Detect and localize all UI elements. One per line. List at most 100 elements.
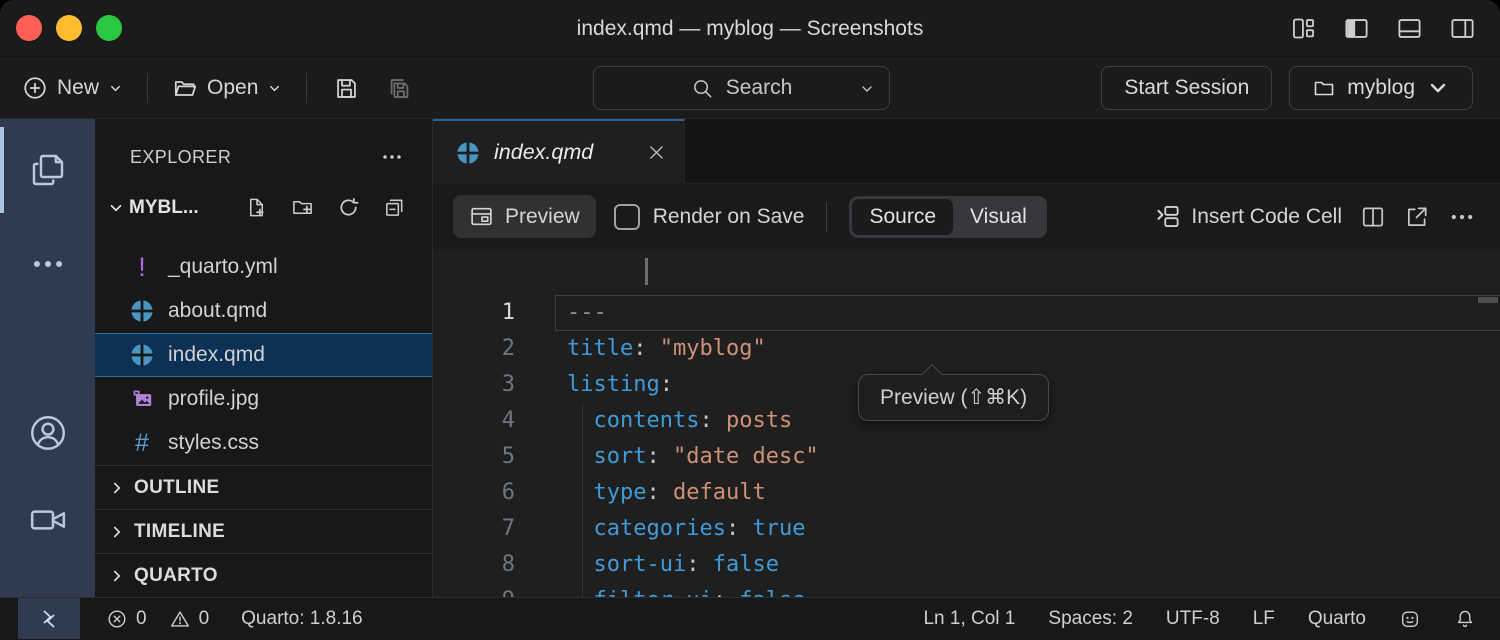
code-line-9[interactable]: 9 filter-ui: false — [433, 583, 1500, 597]
render-on-save-label: Render on Save — [653, 205, 805, 229]
tab-index-qmd[interactable]: index.qmd — [433, 119, 685, 184]
code-line-7[interactable]: 7 categories: true — [433, 511, 1500, 547]
sidebar-sections: OUTLINE TIMELINE QUARTO — [95, 465, 432, 597]
section-quarto[interactable]: QUARTO — [95, 553, 432, 597]
code-line-5[interactable]: 5 sort: "date desc" — [433, 439, 1500, 475]
code-line-8[interactable]: 8 sort-ui: false — [433, 547, 1500, 583]
workspace-switcher-button[interactable]: myblog — [1289, 66, 1473, 110]
editor-group: index.qmd Preview Render on Save Source … — [433, 119, 1500, 597]
top-toolbar: New Open Search Start Sessi — [0, 57, 1500, 119]
indentation-status[interactable]: Spaces: 2 — [1048, 608, 1133, 630]
screencast-camera-icon-item[interactable] — [0, 490, 95, 550]
chevron-down-icon — [1426, 76, 1450, 100]
remote-indicator[interactable] — [18, 598, 80, 639]
cursor-position-status[interactable]: Ln 1, Col 1 — [923, 608, 1015, 630]
app-window: index.qmd — myblog — Screenshots New — [0, 0, 1500, 640]
encoding-status[interactable]: UTF-8 — [1166, 608, 1220, 630]
save-button[interactable] — [327, 69, 366, 108]
quarto-version-status[interactable]: Quarto: 1.8.16 — [241, 608, 362, 630]
save-all-icon — [386, 75, 413, 102]
visual-mode-button[interactable]: Visual — [953, 199, 1044, 235]
file-list: !_quarto.ymlabout.qmdindex.qmdprofile.jp… — [95, 245, 432, 465]
toggle-right-panel-icon[interactable] — [1449, 15, 1476, 42]
status-bar: 0 0 Quarto: 1.8.16 Ln 1, Col 1 Spaces: 2… — [0, 597, 1500, 639]
titlebar: index.qmd — myblog — Screenshots — [0, 0, 1500, 57]
remote-icon — [37, 607, 61, 631]
chevron-down-icon[interactable] — [859, 81, 875, 97]
line-content: --- — [567, 295, 1500, 331]
preview-button-label: Preview — [505, 205, 580, 229]
search-icon — [691, 77, 714, 100]
code-line-2[interactable]: 2title: "myblog" — [433, 331, 1500, 367]
chevron-right-icon — [108, 523, 126, 541]
render-on-save-checkbox[interactable] — [614, 204, 640, 230]
more-actions-icon[interactable] — [1448, 203, 1476, 231]
file-row-styles.css[interactable]: #styles.css — [95, 421, 432, 465]
line-number: 7 — [433, 511, 567, 547]
close-icon[interactable] — [647, 143, 666, 162]
section-outline[interactable]: OUTLINE — [95, 465, 432, 509]
source-mode-button[interactable]: Source — [852, 199, 953, 235]
workspace-label: myblog — [1347, 76, 1415, 100]
ellipsis-icon — [29, 245, 67, 283]
sidebar-item-explorer[interactable] — [0, 127, 95, 213]
save-all-button[interactable] — [380, 69, 419, 108]
chevron-right-icon — [108, 567, 126, 585]
file-row-profile.jpg[interactable]: profile.jpg — [95, 377, 432, 421]
new-folder-icon[interactable] — [291, 196, 314, 219]
explorer-more-actions-icon[interactable] — [380, 145, 404, 169]
warning-icon — [169, 608, 191, 630]
new-button[interactable]: New — [18, 69, 127, 107]
file-row-index.qmd[interactable]: index.qmd — [95, 333, 432, 377]
customize-layout-icon[interactable] — [1290, 15, 1317, 42]
explorer-sidebar: EXPLORER MYBL... !_quarto.ymlabout.qmdin… — [95, 119, 433, 597]
sidebar-item-more[interactable] — [0, 239, 95, 289]
toggle-bottom-panel-icon[interactable] — [1396, 15, 1423, 42]
open-external-icon[interactable] — [1404, 204, 1430, 230]
open-button[interactable]: Open — [168, 69, 286, 107]
file-row-_quarto.yml[interactable]: !_quarto.yml — [95, 245, 432, 289]
preview-button[interactable]: Preview — [453, 195, 596, 238]
yaml-icon: ! — [128, 253, 156, 281]
insert-code-cell-button[interactable]: Insert Code Cell — [1154, 203, 1342, 230]
section-label: TIMELINE — [134, 521, 225, 543]
notifications-bell-icon[interactable] — [1454, 608, 1476, 630]
editor-action-bar: Preview Render on Save Source Visual Ins… — [433, 184, 1500, 249]
sidebar-item-account[interactable] — [0, 403, 95, 463]
start-session-label: Start Session — [1124, 76, 1249, 100]
chevron-right-icon — [108, 479, 126, 497]
plus-circle-icon — [22, 75, 48, 101]
preview-tooltip: Preview (⇧⌘K) — [858, 374, 1049, 421]
toggle-left-panel-icon[interactable] — [1343, 15, 1370, 42]
problems-indicator[interactable]: 0 0 — [106, 608, 209, 630]
quarto-icon — [128, 341, 156, 369]
search-input[interactable]: Search — [593, 66, 890, 110]
insert-code-cell-icon — [1154, 203, 1181, 230]
start-session-button[interactable]: Start Session — [1101, 66, 1272, 110]
eol-status[interactable]: LF — [1253, 608, 1275, 630]
chevron-down-icon — [108, 81, 123, 96]
warning-count: 0 — [199, 608, 210, 630]
code-editor[interactable]: 1---2title: "myblog"3listing:4 contents:… — [433, 295, 1500, 597]
toolbar-divider — [147, 73, 148, 103]
file-row-about.qmd[interactable]: about.qmd — [95, 289, 432, 333]
language-mode-status[interactable]: Quarto — [1308, 608, 1366, 630]
breadcrumbs-bar — [433, 249, 1500, 295]
split-editor-icon[interactable] — [1360, 204, 1386, 230]
render-on-save-control[interactable]: Render on Save — [614, 204, 805, 230]
new-file-icon[interactable] — [245, 196, 268, 219]
preview-icon — [469, 204, 494, 229]
refresh-icon[interactable] — [337, 196, 360, 219]
feedback-smiley-icon[interactable] — [1399, 608, 1421, 630]
quarto-icon — [455, 140, 481, 166]
collapse-all-icon[interactable] — [383, 196, 406, 219]
workspace-tree-header[interactable]: MYBL... — [95, 185, 432, 230]
line-number: 6 — [433, 475, 567, 511]
code-line-6[interactable]: 6 type: default — [433, 475, 1500, 511]
section-timeline[interactable]: TIMELINE — [95, 509, 432, 553]
source-visual-toggle: Source Visual — [849, 196, 1046, 238]
line-number: 4 — [433, 403, 567, 439]
insert-code-cell-label: Insert Code Cell — [1191, 205, 1342, 229]
open-button-label: Open — [207, 76, 258, 100]
code-line-1[interactable]: 1--- — [433, 295, 1500, 331]
